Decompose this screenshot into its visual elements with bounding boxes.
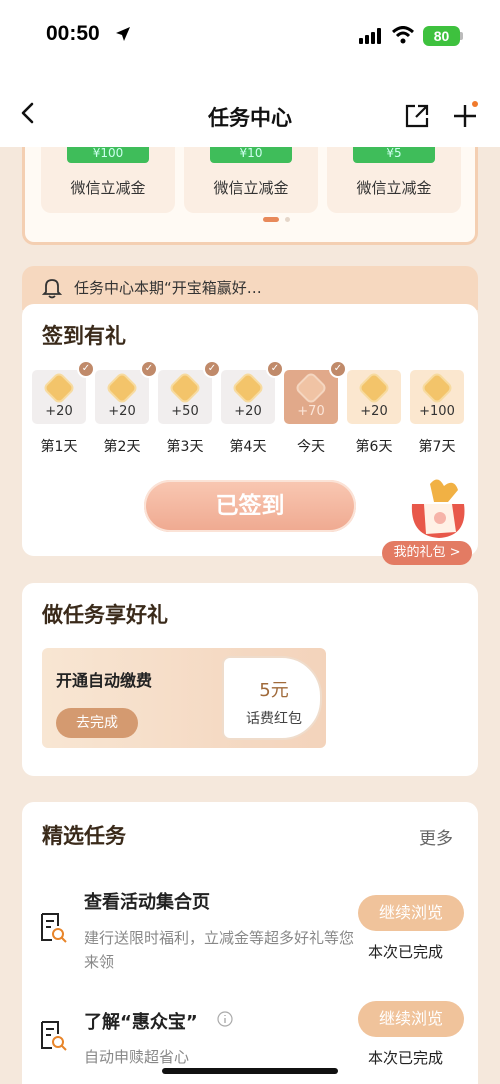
- coupon-item[interactable]: ¥5 微信立减金: [327, 147, 461, 213]
- checkin-card: 签到有礼 +20 +20 +50 +20 +70 +20 +100 ✓ ✓ ✓ …: [22, 304, 478, 565]
- coin-icon: [42, 371, 76, 405]
- checkin-day: +20: [221, 370, 275, 424]
- battery-icon: 80: [423, 26, 460, 46]
- day-points: +20: [360, 404, 388, 419]
- coin-icon: [420, 371, 454, 405]
- day-points: +20: [45, 404, 73, 419]
- notice-text: 任务中心本期“开宝箱赢好…: [74, 279, 262, 297]
- task-desc: 建行送限时福利，立减金等超多好礼等您来领: [84, 929, 355, 971]
- day-points: +100: [419, 404, 455, 419]
- continue-browse-button[interactable]: 继续浏览: [358, 1001, 464, 1037]
- share-icon[interactable]: [404, 103, 430, 129]
- coin-icon: [105, 371, 139, 405]
- battery-tip: [460, 32, 463, 40]
- coupon-amount: ¥100: [67, 147, 149, 163]
- task-name: 查看活动集合页: [84, 892, 210, 913]
- check-icon: ✓: [203, 360, 221, 378]
- status-bar: 00:50 80: [0, 0, 500, 75]
- task-title-text: 做任务享好礼: [42, 603, 168, 627]
- coin-icon: [231, 371, 265, 405]
- checkin-day: +20: [32, 370, 86, 424]
- ticket-label: 话费红包: [246, 711, 302, 727]
- ticket-amount: 5元: [259, 680, 289, 701]
- coin-icon: [168, 371, 202, 405]
- check-icon: ✓: [329, 360, 347, 378]
- selected-title-text: 精选任务: [42, 824, 126, 848]
- more-link[interactable]: 更多: [419, 824, 453, 849]
- day-points: +50: [171, 404, 199, 419]
- continue-browse-button[interactable]: 继续浏览: [358, 895, 464, 931]
- promo-title: 开通自动缴费: [56, 671, 153, 690]
- coupon-item[interactable]: ¥10 微信立减金: [184, 147, 318, 213]
- carousel-dot-active: [263, 217, 279, 222]
- home-indicator[interactable]: [162, 1068, 338, 1074]
- coupon-carousel: ¥100 微信立减金 ¥10 微信立减金 ¥5 微信立减金: [22, 147, 478, 245]
- document-search-icon: [41, 913, 67, 943]
- coin-icon: [294, 371, 328, 405]
- day-points: +70: [297, 404, 325, 419]
- location-arrow-icon: [116, 27, 130, 41]
- bell-icon: [42, 279, 62, 299]
- task-status: 本次已完成: [368, 1049, 444, 1067]
- day-points: +20: [234, 404, 262, 419]
- day-label: 第3天: [166, 439, 204, 455]
- selected-title: 精选任务: [40, 820, 126, 852]
- selected-tasks-card: 精选任务 更多 查看活动集合页 建行送限时福利，立减金等超多好礼等您来领 继续浏…: [22, 802, 478, 1084]
- carousel-dot: [285, 217, 290, 222]
- cellular-signal-icon: [359, 28, 381, 44]
- day-label: 第1天: [40, 439, 78, 455]
- task-status: 本次已完成: [368, 943, 444, 961]
- nav-bar: 任务中心: [0, 75, 500, 147]
- check-icon: ✓: [77, 360, 95, 378]
- checkin-title-text: 签到有礼: [42, 324, 126, 348]
- task-card: 做任务享好礼 开通自动缴费 去完成 5元 话费红包: [22, 583, 478, 776]
- checkin-day: +20: [95, 370, 149, 424]
- day-points: +20: [108, 404, 136, 419]
- checkin-day: +20: [347, 370, 401, 424]
- coin-icon: [357, 371, 391, 405]
- coupon-item[interactable]: ¥100 微信立减金: [41, 147, 175, 213]
- checkin-day-today: +70: [284, 370, 338, 424]
- status-time: 00:50: [46, 22, 100, 45]
- coupon-label: 微信立减金: [356, 179, 432, 197]
- day-label: 第2天: [103, 439, 141, 455]
- coupon-label: 微信立减金: [213, 179, 289, 197]
- checkin-title: 签到有礼: [40, 320, 126, 352]
- notification-dot: [472, 101, 478, 107]
- signed-in-button[interactable]: 已签到: [144, 480, 356, 532]
- wifi-icon: [392, 26, 414, 44]
- checkin-day: +100: [410, 370, 464, 424]
- check-icon: ✓: [140, 360, 158, 378]
- coupon-amount: ¥5: [353, 147, 435, 163]
- my-gift-button[interactable]: 我的礼包 >: [382, 541, 472, 565]
- check-icon: ✓: [266, 360, 284, 378]
- go-complete-button[interactable]: 去完成: [56, 708, 138, 738]
- day-label: 第4天: [229, 439, 267, 455]
- document-search-icon: [41, 1021, 67, 1051]
- day-label: 第6天: [355, 439, 393, 455]
- coupon-amount: ¥10: [210, 147, 292, 163]
- checkin-day: +50: [158, 370, 212, 424]
- task-title: 做任务享好礼: [40, 599, 168, 631]
- reward-ticket: 5元 话费红包: [222, 656, 322, 740]
- info-icon[interactable]: [217, 1011, 233, 1027]
- task-name: 了解“惠众宝”: [84, 1012, 198, 1033]
- day-label: 今天: [297, 439, 325, 455]
- task-desc: 自动申赎超省心: [84, 1048, 190, 1066]
- coupon-label: 微信立减金: [70, 179, 146, 197]
- gift-bag-icon[interactable]: [404, 474, 474, 542]
- day-label: 第7天: [418, 439, 456, 455]
- auto-pay-promo: 开通自动缴费 去完成 5元 话费红包: [42, 648, 326, 748]
